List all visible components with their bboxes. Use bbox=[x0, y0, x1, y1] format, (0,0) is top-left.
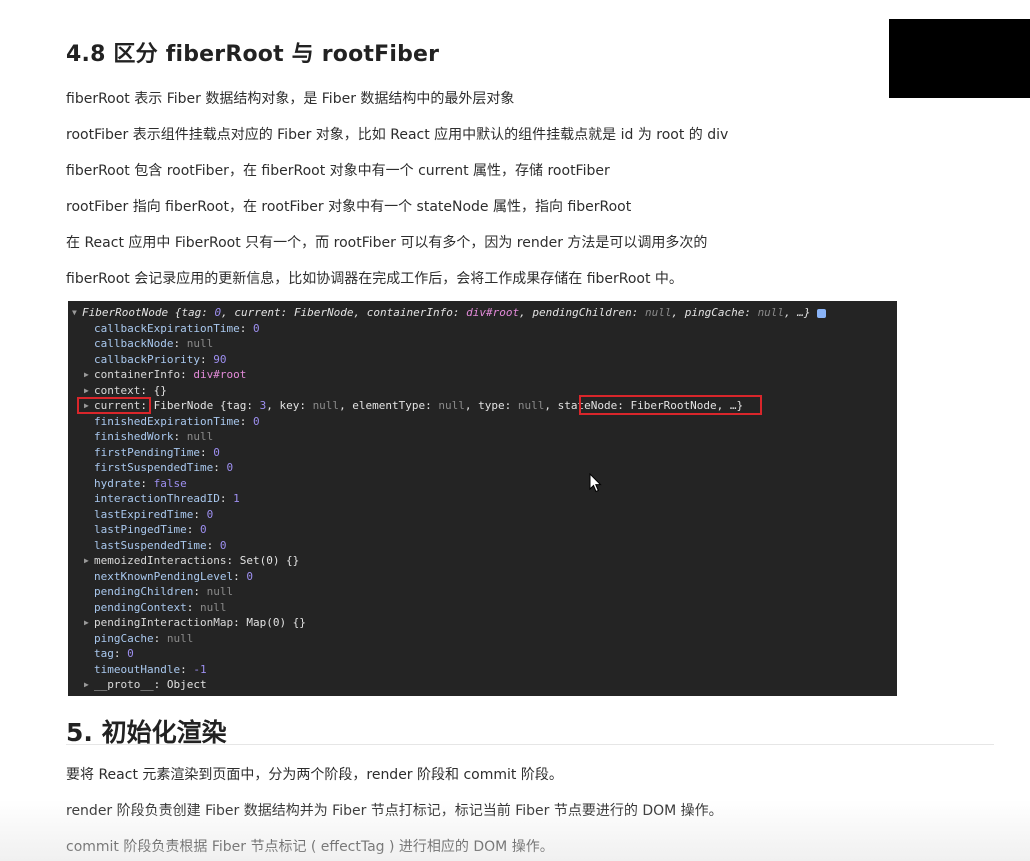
paragraph: 要将 React 元素渲染到页面中，分为两个阶段，render 阶段和 comm… bbox=[66, 767, 563, 783]
paragraph: render 阶段负责创建 Fiber 数据结构并为 Fiber 节点打标记，标… bbox=[66, 803, 723, 819]
paragraph: commit 阶段负责根据 Fiber 节点标记 ( effectTag ) 进… bbox=[66, 839, 554, 855]
console-prop-row: firstSuspendedTime: 0 bbox=[94, 461, 234, 474]
console-prop-row: pendingChildren: null bbox=[94, 585, 234, 598]
paragraph: fiberRoot 包含 rootFiber，在 fiberRoot 对象中有一… bbox=[66, 163, 610, 179]
console-prop-row-expandable[interactable]: ▶ __proto__: Object bbox=[68, 677, 897, 693]
console-prop-row: finishedExpirationTime: 0 bbox=[94, 414, 260, 428]
console-prop-row: pingCache: null bbox=[94, 631, 194, 645]
console-prop-row-current[interactable]: ▶ current: FiberNode {tag: 3, key: null, … bbox=[68, 398, 897, 414]
mouse-cursor-icon bbox=[589, 473, 602, 493]
expanded-triangle-icon[interactable]: ▼ bbox=[72, 305, 77, 321]
console-prop-row: firstPendingTime: 0 bbox=[94, 445, 220, 459]
console-prop-row: pendingContext: null bbox=[94, 600, 227, 614]
console-prop-row: lastPingedTime: 0 bbox=[94, 523, 207, 536]
statenode-highlight-box bbox=[579, 395, 762, 415]
console-prop-row-expandable[interactable]: ▶ memoizedInteractions: Set(0) {} bbox=[68, 553, 897, 569]
paragraph: rootFiber 指向 fiberRoot，在 rootFiber 对象中有一… bbox=[66, 199, 632, 215]
collapsed-triangle-icon[interactable]: ▶ bbox=[84, 383, 89, 399]
paragraph: fiberRoot 表示 Fiber 数据结构对象，是 Fiber 数据结构中的… bbox=[66, 91, 515, 107]
console-prop-row-expandable[interactable]: ▶ context: {} bbox=[68, 383, 897, 399]
console-prop-row: tag: 0 bbox=[94, 647, 134, 660]
console-prop-row: finishedWork: null bbox=[94, 430, 214, 443]
collapsed-triangle-icon[interactable]: ▶ bbox=[84, 367, 89, 383]
collapsed-triangle-icon[interactable]: ▶ bbox=[84, 615, 89, 631]
console-prop-row: hydrate: false bbox=[94, 476, 187, 490]
paragraph: 在 React 应用中 FiberRoot 只有一个，而 rootFiber 可… bbox=[66, 235, 708, 251]
console-prop-row: timeoutHandle: -1 bbox=[94, 662, 207, 676]
console-prop-row: lastExpiredTime: 0 bbox=[94, 507, 214, 521]
console-object-header[interactable]: ▼ FiberRootNode {tag: 0, current: FiberNo… bbox=[68, 305, 897, 321]
console-prop-row: interactionThreadID: 1 bbox=[94, 492, 240, 505]
devtools-console-screenshot: ▼ FiberRootNode {tag: 0, current: FiberNo… bbox=[68, 301, 897, 696]
video-overlay-box bbox=[889, 19, 1030, 98]
info-icon[interactable] bbox=[816, 308, 826, 318]
console-prop-row-expandable[interactable]: ▶ containerInfo: div#root bbox=[68, 367, 897, 383]
console-prop-row: callbackExpirationTime: 0 bbox=[94, 321, 260, 335]
console-prop-row: callbackNode: null bbox=[94, 337, 214, 350]
console-prop-row-expandable[interactable]: ▶ pendingInteractionMap: Map(0) {} bbox=[68, 615, 897, 631]
collapsed-triangle-icon[interactable]: ▶ bbox=[84, 553, 89, 569]
paragraph: rootFiber 表示组件挂载点对应的 Fiber 对象，比如 React 应… bbox=[66, 127, 729, 143]
current-highlight-box bbox=[77, 397, 151, 414]
paragraph: fiberRoot 会记录应用的更新信息，比如协调器在完成工作后，会将工作成果存… bbox=[66, 271, 683, 287]
heading-divider bbox=[66, 744, 994, 745]
console-prop-row: nextKnownPendingLevel: 0 bbox=[94, 569, 253, 583]
section-heading-4-8: 4.8 区分 fiberRoot 与 rootFiber bbox=[66, 42, 440, 67]
console-prop-row: callbackPriority: 90 bbox=[94, 352, 227, 366]
collapsed-triangle-icon[interactable]: ▶ bbox=[84, 677, 89, 693]
console-prop-row: lastSuspendedTime: 0 bbox=[94, 538, 227, 552]
